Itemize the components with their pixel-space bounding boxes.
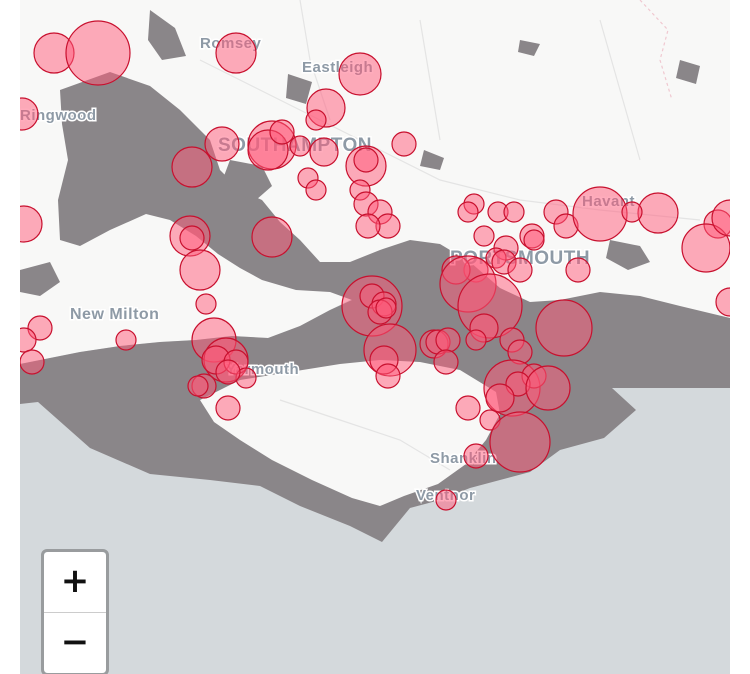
data-marker[interactable] [305,179,327,201]
data-marker[interactable] [457,201,479,223]
data-marker[interactable] [523,229,545,251]
data-marker[interactable] [187,375,209,397]
data-marker[interactable] [179,249,221,291]
data-marker[interactable] [535,299,593,357]
label-new-milton: New Milton [70,306,159,323]
data-marker[interactable] [507,257,533,283]
data-marker[interactable] [489,411,551,473]
data-marker[interactable] [435,327,461,353]
data-marker[interactable] [204,126,240,162]
data-marker[interactable] [65,20,131,86]
data-marker[interactable] [20,349,45,375]
data-marker[interactable] [305,109,327,131]
data-marker[interactable] [375,363,401,389]
data-marker[interactable] [289,135,311,157]
data-marker[interactable] [465,329,487,351]
data-marker[interactable] [565,257,591,283]
data-marker[interactable] [473,225,495,247]
data-marker[interactable] [353,147,379,173]
data-marker[interactable] [251,216,293,258]
data-marker[interactable] [391,131,417,157]
data-marker[interactable] [269,119,295,145]
zoom-control: + − [41,549,109,674]
data-marker[interactable] [637,192,679,234]
data-marker[interactable] [455,395,481,421]
data-marker[interactable] [572,186,628,242]
data-marker[interactable] [171,146,213,188]
data-marker[interactable] [179,225,205,251]
data-marker[interactable] [338,52,382,96]
data-marker[interactable] [355,213,381,239]
data-marker[interactable] [215,32,257,74]
zoom-in-button[interactable]: + [44,552,106,613]
data-marker[interactable] [525,365,571,411]
data-marker[interactable] [195,293,217,315]
data-marker[interactable] [375,297,397,319]
data-marker[interactable] [503,201,525,223]
map-canvas[interactable]: Romsey Eastleigh SOUTHAMPTON PORTSMOUTH … [20,0,730,674]
data-marker[interactable] [309,137,339,167]
data-marker[interactable] [485,383,515,413]
data-marker[interactable] [215,395,241,421]
data-marker[interactable] [433,349,459,375]
data-marker[interactable] [621,201,643,223]
data-marker[interactable] [115,329,137,351]
data-marker[interactable] [435,489,457,511]
zoom-out-button[interactable]: − [44,613,106,673]
data-marker[interactable] [215,359,241,385]
data-marker[interactable] [463,443,489,469]
map-view[interactable]: Romsey Eastleigh SOUTHAMPTON PORTSMOUTH … [20,0,730,674]
